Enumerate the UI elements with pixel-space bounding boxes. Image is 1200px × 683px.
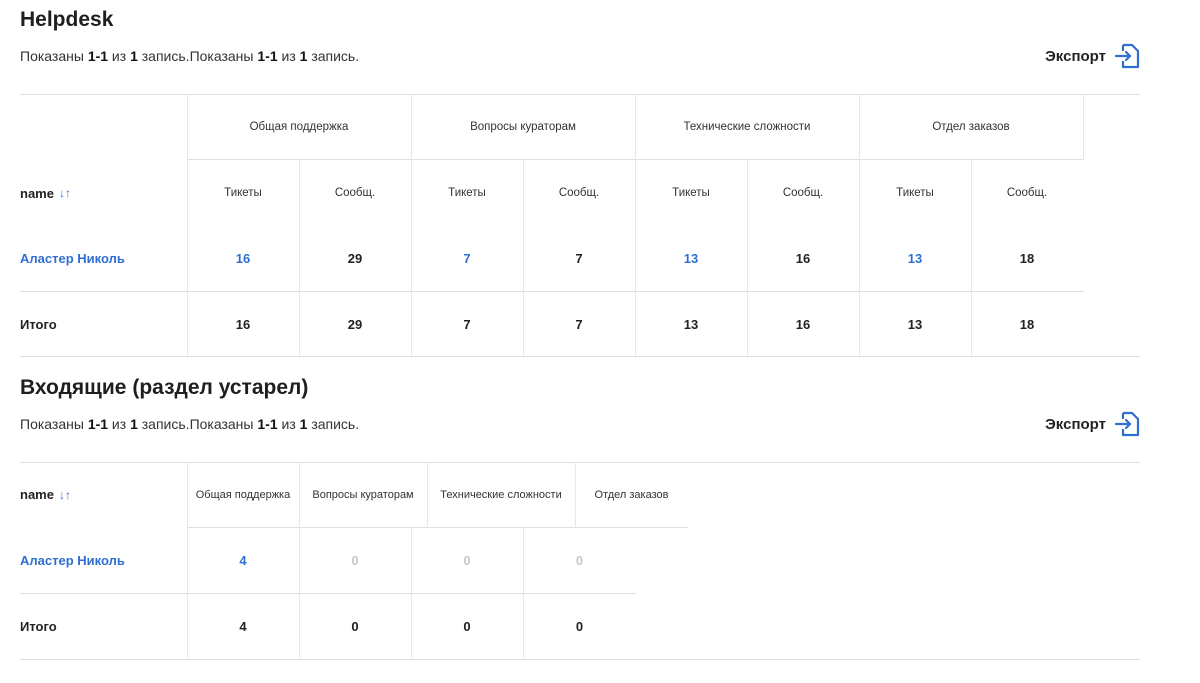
helpdesk-col-messages: Сообщ. <box>558 187 600 199</box>
total-value: 0 <box>463 619 471 634</box>
helpdesk-col-messages: Сообщ. <box>782 187 824 199</box>
incoming-col-orders: Отдел заказов <box>594 488 669 501</box>
export-label: Экспорт <box>1045 415 1106 433</box>
total-value: 18 <box>1019 316 1035 332</box>
messages-value: 7 <box>575 251 583 266</box>
user-name-link[interactable]: Аластер Николь <box>20 528 185 593</box>
messages-value: 29 <box>347 251 363 266</box>
helpdesk-col-messages: Сообщ. <box>1006 187 1048 199</box>
total-value: 29 <box>347 316 363 332</box>
incoming-col-technical: Технические сложности <box>440 488 562 501</box>
incoming-export-button[interactable]: Экспорт <box>1045 410 1140 438</box>
incoming-name-header[interactable]: name ↓↑ <box>20 462 180 527</box>
helpdesk-col-messages: Сообщ. <box>334 187 376 199</box>
helpdesk-col-tickets: Тикеты <box>896 187 934 199</box>
total-value: 0 <box>575 619 584 634</box>
messages-value: 16 <box>795 251 811 266</box>
helpdesk-col-tickets: Тикеты <box>672 187 710 199</box>
total-label: Итого <box>20 316 57 332</box>
incoming-value: 0 <box>463 553 471 568</box>
incoming-summary: Показаны 1-1 из 1 запись.Показаны 1-1 из… <box>20 416 360 432</box>
export-label: Экспорт <box>1045 47 1106 65</box>
sort-icon[interactable]: ↓↑ <box>59 488 71 502</box>
incoming-value: 0 <box>351 553 359 568</box>
helpdesk-summary: Показаны 1-1 из 1 запись.Показаны 1-1 из… <box>20 48 360 64</box>
messages-value: 18 <box>1019 251 1035 266</box>
incoming-value: 0 <box>575 553 584 568</box>
helpdesk-group-header-orders: Отдел заказов <box>932 120 1010 133</box>
total-value: 13 <box>683 316 699 332</box>
incoming-value-link[interactable]: 4 <box>187 528 299 593</box>
helpdesk-group-header-curators: Вопросы кураторам <box>470 120 576 133</box>
sort-icon[interactable]: ↓↑ <box>59 186 71 200</box>
helpdesk-col-tickets: Тикеты <box>448 187 486 199</box>
tickets-link[interactable]: 13 <box>635 226 747 291</box>
helpdesk-export-button[interactable]: Экспорт <box>1045 42 1140 70</box>
user-name-link[interactable]: Аластер Николь <box>20 226 185 291</box>
export-icon <box>1114 42 1140 70</box>
tickets-link[interactable]: 13 <box>859 226 971 291</box>
tickets-link[interactable]: 16 <box>187 226 299 291</box>
total-value: 4 <box>239 619 247 634</box>
incoming-title: Входящие (раздел устарел) <box>20 376 309 399</box>
helpdesk-name-header[interactable]: name ↓↑ <box>20 160 180 226</box>
incoming-col-curators: Вопросы кураторам <box>312 488 414 501</box>
helpdesk-group-header-technical: Технические сложности <box>683 120 811 133</box>
total-value: 7 <box>575 316 583 332</box>
helpdesk-col-tickets: Тикеты <box>224 187 262 199</box>
incoming-section: Входящие (раздел устарел) Показаны 1-1 и… <box>20 360 1140 470</box>
total-value: 16 <box>795 316 811 332</box>
total-value: 7 <box>463 316 471 332</box>
incoming-col-general: Общая поддержка <box>195 488 291 501</box>
tickets-link[interactable]: 7 <box>411 226 523 291</box>
total-label: Итого <box>20 619 57 634</box>
helpdesk-title: Helpdesk <box>20 8 114 31</box>
total-value: 0 <box>351 619 359 634</box>
total-value: 13 <box>907 316 923 332</box>
helpdesk-group-header-general: Общая поддержка <box>249 120 349 133</box>
total-value: 16 <box>235 316 251 332</box>
export-icon <box>1114 410 1140 438</box>
